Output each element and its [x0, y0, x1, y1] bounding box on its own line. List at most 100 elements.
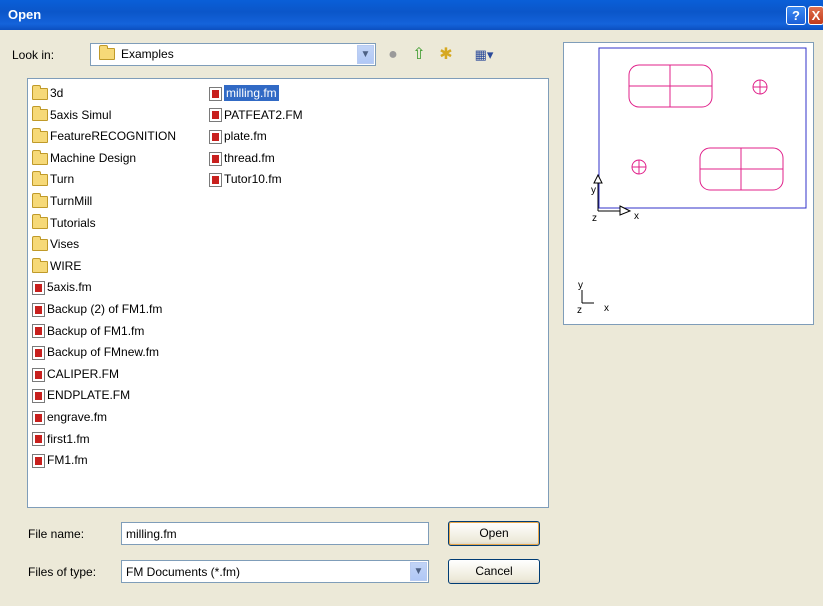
file-item[interactable]: PATFEAT2.FM	[209, 105, 303, 125]
file-item[interactable]: thread.fm	[209, 148, 275, 168]
file-item[interactable]: 5axis.fm	[32, 277, 92, 297]
item-label: milling.fm	[224, 85, 279, 101]
axis-y-label-small: y	[578, 280, 583, 291]
close-button[interactable]: X	[808, 6, 823, 25]
item-label: Turn	[50, 172, 75, 187]
folder-icon	[32, 106, 48, 122]
file-list[interactable]: 3d 5axis Simul FeatureRECOGNITION Machine D…	[27, 78, 549, 508]
look-in-label: Look in:	[12, 48, 55, 62]
fm-file-icon	[32, 346, 45, 361]
look-in-dropdown[interactable]: Examples ▼	[90, 43, 376, 66]
item-label: Backup of FM1.fm	[47, 323, 145, 338]
fm-file-icon	[32, 281, 45, 296]
fm-file-icon	[32, 432, 45, 447]
axis-y-label: y	[591, 185, 596, 196]
fm-file-icon	[32, 389, 45, 404]
file-type-dropdown[interactable]: FM Documents (*.fm) ▼	[121, 560, 429, 583]
stock-outline	[598, 47, 807, 209]
fm-file-icon	[209, 151, 222, 166]
file-item[interactable]: Backup (2) of FM1.fm	[32, 299, 162, 319]
item-label: Tutor10.fm	[224, 172, 282, 187]
back-icon[interactable]: ●	[384, 46, 402, 64]
folder-item[interactable]: Turn	[32, 169, 74, 189]
item-label: TurnMill	[50, 194, 93, 208]
item-label: PATFEAT2.FM	[224, 107, 303, 122]
file-type-value: FM Documents (*.fm)	[126, 565, 241, 579]
file-item[interactable]: milling.fm	[209, 83, 279, 103]
file-item[interactable]: ENDPLATE.FM	[32, 385, 130, 405]
folder-icon	[32, 257, 48, 273]
help-button[interactable]: ?	[786, 6, 806, 25]
item-label: plate.fm	[224, 129, 267, 144]
axis-z-label: z	[592, 213, 597, 224]
folder-item[interactable]: 5axis Simul	[32, 105, 111, 125]
folder-item[interactable]: WIRE	[32, 256, 81, 276]
fm-file-icon	[32, 367, 45, 382]
preview-drawing: y z x y z x	[577, 47, 807, 316]
folder-item[interactable]: FeatureRECOGNITION	[32, 126, 176, 146]
item-label: Backup of FMnew.fm	[47, 345, 160, 360]
axis-x-label: x	[634, 211, 639, 222]
title-bar[interactable]: Open ? X	[0, 0, 823, 30]
chevron-down-icon[interactable]: ▼	[410, 562, 427, 581]
item-label: FeatureRECOGNITION	[50, 129, 177, 144]
fm-file-icon	[32, 302, 45, 317]
open-button[interactable]: Open	[448, 521, 540, 546]
file-type-label: Files of type:	[28, 565, 97, 579]
file-name-label: File name:	[28, 527, 85, 541]
item-label: CALIPER.FM	[47, 366, 120, 381]
chevron-down-icon[interactable]: ▼	[357, 45, 374, 64]
item-label: Machine Design	[50, 150, 137, 165]
folder-icon	[32, 214, 48, 230]
item-label: Backup (2) of FM1.fm	[47, 302, 163, 316]
fm-file-icon	[209, 108, 222, 123]
new-folder-icon[interactable]: ✱	[436, 46, 456, 64]
item-label: WIRE	[50, 258, 82, 273]
fm-file-icon	[32, 324, 45, 339]
up-folder-icon[interactable]: ⇧	[410, 46, 428, 64]
folder-icon	[32, 236, 48, 252]
item-label: 5axis.fm	[47, 280, 92, 295]
item-label: FM1.fm	[47, 453, 88, 468]
file-item[interactable]: plate.fm	[209, 126, 267, 146]
file-item[interactable]: CALIPER.FM	[32, 364, 119, 384]
folder-icon	[32, 128, 48, 144]
folder-icon	[99, 45, 115, 63]
file-name-value: milling.fm	[126, 527, 177, 541]
fm-file-icon	[32, 454, 45, 469]
axis-x-label-small: x	[604, 303, 609, 314]
folder-item[interactable]: Tutorials	[32, 213, 96, 233]
item-label: first1.fm	[47, 431, 90, 446]
window-title: Open	[8, 7, 42, 22]
item-label: Tutorials	[50, 215, 96, 230]
folder-icon	[32, 192, 48, 208]
file-item[interactable]: Backup of FMnew.fm	[32, 342, 159, 362]
item-label: engrave.fm	[47, 410, 108, 424]
look-in-value: Examples	[121, 47, 174, 61]
fm-file-icon	[32, 410, 45, 425]
preview-pane: y z x y z x	[563, 42, 814, 325]
view-menu-icon[interactable]: ▦▾	[471, 46, 497, 64]
item-label: 5axis Simul	[50, 107, 112, 122]
cancel-button[interactable]: Cancel	[448, 559, 540, 584]
item-label: 3d	[50, 86, 64, 100]
file-item[interactable]: engrave.fm	[32, 407, 107, 427]
file-item[interactable]: first1.fm	[32, 429, 90, 449]
folder-item[interactable]: 3d	[32, 83, 63, 103]
fm-file-icon	[209, 173, 222, 188]
fm-file-icon	[209, 130, 222, 145]
folder-icon	[32, 171, 48, 187]
fm-file-icon	[209, 86, 222, 101]
file-item[interactable]: FM1.fm	[32, 450, 88, 470]
item-label: Vises	[50, 237, 80, 252]
folder-item[interactable]: Machine Design	[32, 148, 136, 168]
folder-icon	[32, 149, 48, 165]
item-label: thread.fm	[224, 150, 275, 165]
folder-item[interactable]: Vises	[32, 234, 79, 254]
file-item[interactable]: Backup of FM1.fm	[32, 321, 144, 341]
axis-z-label-small: z	[577, 305, 582, 316]
folder-item[interactable]: TurnMill	[32, 191, 92, 211]
folder-icon	[32, 84, 48, 100]
file-item[interactable]: Tutor10.fm	[209, 169, 282, 189]
file-name-input[interactable]: milling.fm	[121, 522, 429, 545]
